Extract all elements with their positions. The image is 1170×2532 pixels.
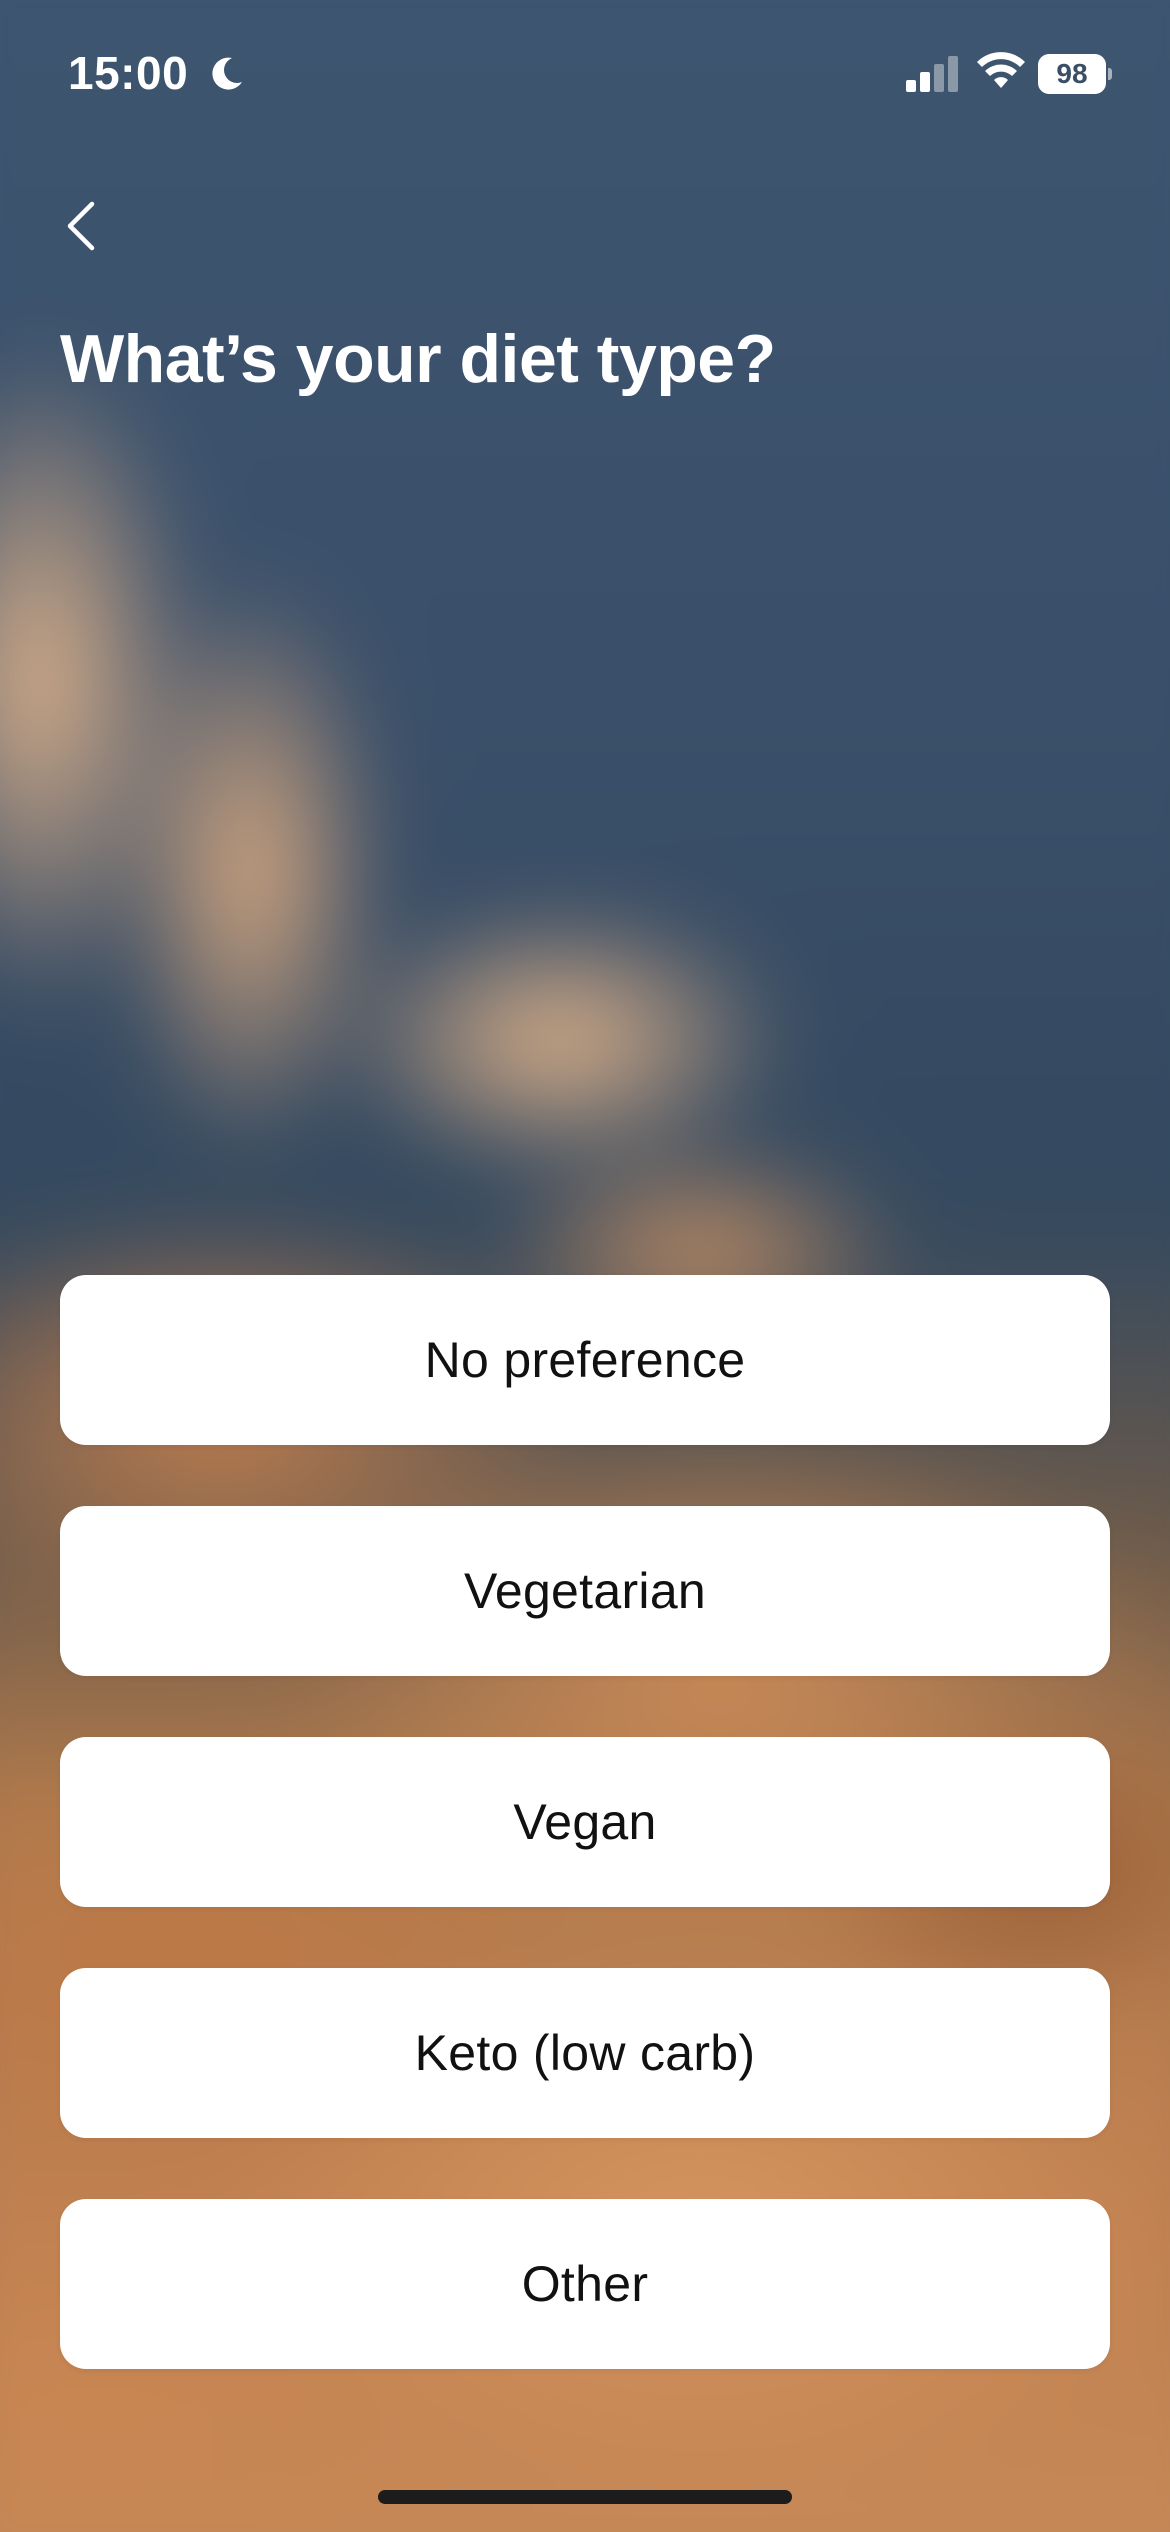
status-time: 15:00 — [68, 47, 189, 99]
option-vegan-button[interactable]: Vegan — [60, 1737, 1110, 1907]
cellular-signal-icon — [906, 56, 958, 92]
option-vegetarian-button[interactable]: Vegetarian — [60, 1506, 1110, 1676]
battery-tip — [1108, 68, 1112, 80]
battery-level: 98 — [1038, 54, 1106, 94]
diet-options-list: No preference Vegetarian Vegan Keto (low… — [60, 1275, 1110, 2430]
screen: 15:00 98 What’s your diet type? No prefe… — [0, 0, 1170, 2532]
battery-icon: 98 — [1038, 54, 1112, 94]
back-button[interactable] — [50, 190, 120, 260]
moon-icon — [212, 57, 242, 90]
page-title: What’s your diet type? — [60, 321, 776, 397]
option-no-preference-button[interactable]: No preference — [60, 1275, 1110, 1445]
option-label: No preference — [424, 1332, 746, 1388]
status-bar: 15:00 98 — [0, 0, 1170, 140]
home-indicator[interactable] — [378, 2490, 792, 2504]
option-label: Other — [521, 2256, 649, 2312]
option-other-button[interactable]: Other — [60, 2199, 1110, 2369]
option-label: Vegetarian — [463, 1563, 707, 1619]
option-label: Vegan — [513, 1794, 657, 1850]
option-label: Keto (low carb) — [414, 2025, 756, 2081]
option-keto-button[interactable]: Keto (low carb) — [60, 1968, 1110, 2138]
wifi-icon — [977, 52, 1025, 88]
chevron-left-icon — [67, 201, 95, 251]
